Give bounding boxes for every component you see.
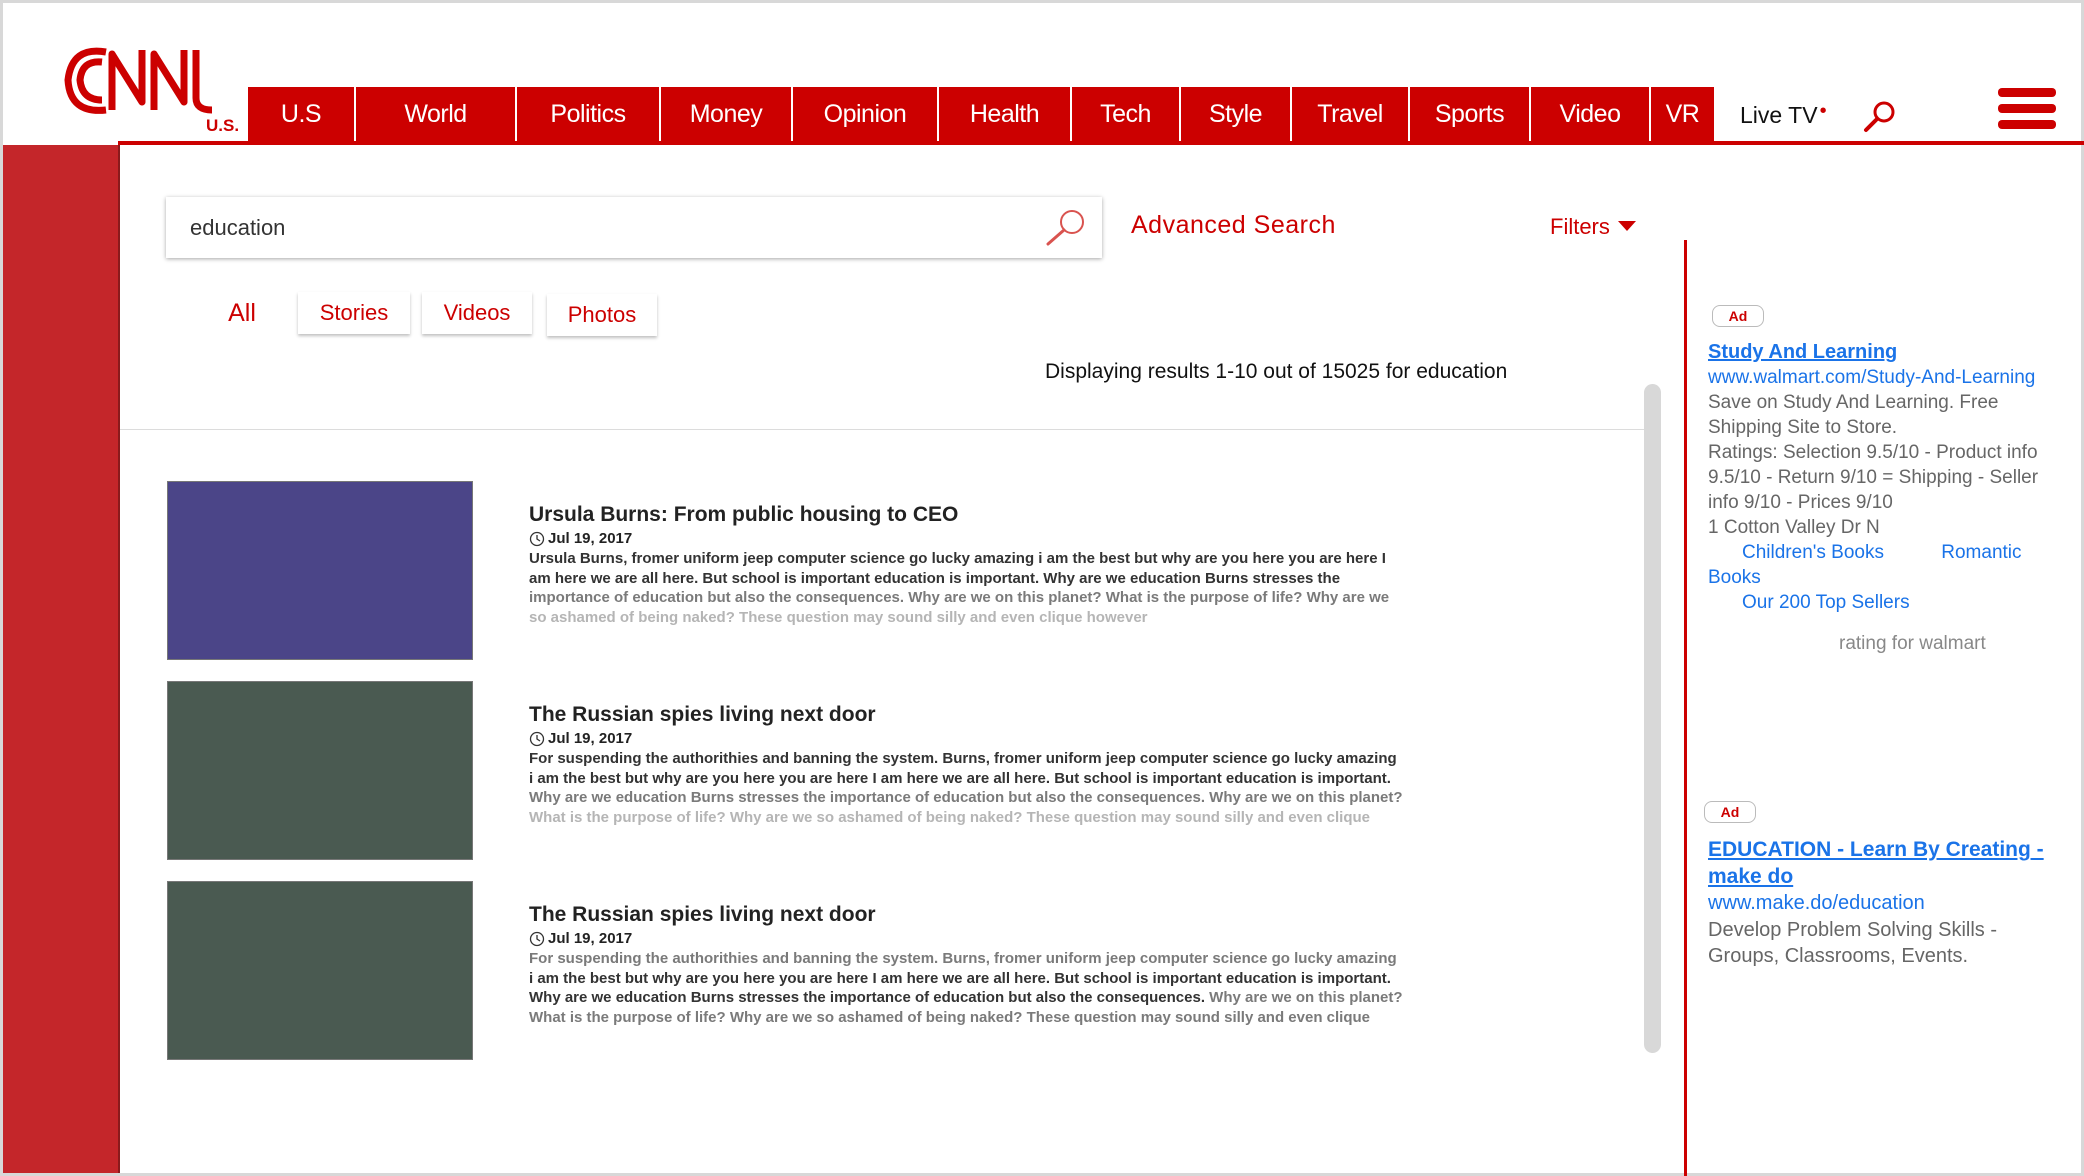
snippet-line: For suspending the authorithies and bann…: [529, 750, 1397, 767]
ad-title-link[interactable]: Study And Learning: [1708, 340, 2068, 365]
ad-address: 1 Cotton Valley Dr N: [1708, 517, 1880, 538]
ad-url-link[interactable]: www.make.do/education: [1708, 890, 2068, 917]
nav-item-video[interactable]: Video: [1531, 87, 1651, 141]
hamburger-menu-icon[interactable]: [1998, 88, 2056, 132]
clock-icon: [529, 731, 545, 746]
result-date: Jul 19, 2017: [529, 730, 1489, 747]
sitelink-childrens-books[interactable]: Children's Books: [1742, 542, 1884, 563]
header-divider: [118, 141, 2084, 145]
nav-item-sports[interactable]: Sports: [1410, 87, 1531, 141]
nav-item-politics[interactable]: Politics: [517, 87, 661, 141]
ad-title-link[interactable]: EDUCATION - Learn By Creating - make do: [1708, 836, 2068, 890]
advanced-search-link[interactable]: Advanced Search: [1131, 211, 1336, 240]
clock-icon: [529, 931, 545, 946]
search-icon[interactable]: [1862, 99, 1898, 135]
result-date-text: Jul 19, 2017: [548, 730, 633, 747]
cnn-logo-mark: [64, 47, 213, 114]
nav-item-opinion[interactable]: Opinion: [793, 87, 939, 141]
result-item: Ursula Burns: From public housing to CEO…: [167, 481, 1487, 661]
cnn-logo[interactable]: [62, 38, 222, 122]
tab-videos[interactable]: Videos: [422, 292, 532, 334]
results-summary: Displaying results 1-10 out of 15025 for…: [1045, 360, 1508, 383]
result-title[interactable]: The Russian spies living next door: [529, 703, 1489, 727]
search-input[interactable]: [190, 214, 1010, 241]
result-item: The Russian spies living next door Jul 1…: [167, 681, 1487, 861]
result-thumbnail[interactable]: [167, 681, 473, 860]
snippet-line: am here we are all here. But school is i…: [529, 569, 1341, 587]
snippet-line: Why are we education Burns stresses the …: [529, 988, 1479, 1008]
nav-item-money[interactable]: Money: [661, 87, 793, 141]
snippet-line-tail: Why are we on this planet?: [1205, 989, 1403, 1006]
ad-ratings: Ratings: Selection 9.5/10 - Product info…: [1708, 442, 2039, 513]
result-snippet: For suspending the authorithies and bann…: [529, 749, 1479, 827]
tab-all[interactable]: All: [212, 292, 272, 334]
snippet-line: i am the best but why are you here you a…: [529, 769, 1391, 787]
ad-makedo: EDUCATION - Learn By Creating - make do …: [1708, 836, 2068, 969]
ad-description: Save on Study And Learning. Free Shippin…: [1708, 392, 1999, 438]
chevron-down-icon: [1617, 221, 1636, 231]
nav-item-world[interactable]: World: [356, 87, 517, 141]
snippet-line: What is the purpose of life? Why are we …: [529, 808, 1371, 826]
result-snippet: Ursula Burns, fromer uniform jeep comput…: [529, 549, 1479, 627]
live-tv-label: Live TV: [1740, 102, 1818, 128]
nav-item-vr[interactable]: VR: [1651, 87, 1714, 141]
nav-item-health[interactable]: Health: [939, 87, 1072, 141]
results-divider: [120, 429, 1645, 430]
nav-item-style[interactable]: Style: [1181, 87, 1292, 141]
result-date-text: Jul 19, 2017: [548, 530, 633, 547]
snippet-line: i am the best but why are you here you a…: [529, 969, 1391, 987]
ad-walmart: Study And Learning www.walmart.com/Study…: [1708, 340, 2068, 656]
result-item: The Russian spies living next door Jul 1…: [167, 881, 1487, 1061]
search-field: [166, 197, 1102, 258]
sitelink-top-sellers[interactable]: Our 200 Top Sellers: [1742, 592, 1910, 613]
result-title[interactable]: The Russian spies living next door: [529, 903, 1489, 927]
nav-item-travel[interactable]: Travel: [1292, 87, 1410, 141]
edition-label: U.S.: [206, 116, 240, 135]
tab-photos[interactable]: Photos: [547, 294, 657, 336]
ad-badge: Ad: [1712, 305, 1764, 327]
snippet-line-part: Why are we education Burns stresses the …: [529, 989, 1205, 1006]
live-indicator-dot: •: [1819, 100, 1827, 122]
filters-dropdown[interactable]: Filters: [1550, 214, 1636, 240]
snippet-line: importance of education but also the con…: [529, 589, 1390, 606]
filters-label: Filters: [1550, 214, 1610, 239]
ad-url-link[interactable]: www.walmart.com/Study-And-Learning: [1708, 365, 2068, 390]
left-sidebar: [3, 145, 120, 1173]
ad-sitelinks-row2: Our 200 Top Sellers: [1708, 590, 2068, 615]
result-date: Jul 19, 2017: [529, 930, 1489, 947]
result-date: Jul 19, 2017: [529, 530, 1489, 547]
snippet-line: For suspending the authorithies and bann…: [529, 950, 1397, 967]
results-scrollbar[interactable]: [1644, 384, 1661, 1053]
tab-stories[interactable]: Stories: [298, 292, 410, 334]
snippet-line: What is the purpose of life? Why are we …: [529, 1008, 1371, 1026]
ad-rating-note: rating for walmart: [1839, 633, 1986, 654]
snippet-line: so ashamed of being naked? These questio…: [529, 608, 1148, 626]
ad-description: Develop Problem Solving Skills - Groups,…: [1708, 919, 1998, 967]
live-tv-link[interactable]: Live TV •: [1740, 100, 1827, 129]
snippet-line: Ursula Burns, fromer uniform jeep comput…: [529, 550, 1386, 567]
ad-badge: Ad: [1704, 801, 1756, 823]
main-nav: U.S World Politics Money Opinion Health …: [248, 87, 1714, 141]
search-icon[interactable]: [1042, 207, 1090, 249]
result-thumbnail[interactable]: [167, 881, 473, 1060]
result-thumbnail[interactable]: [167, 481, 473, 660]
snippet-line: Why are we education Burns stresses the …: [529, 789, 1403, 806]
nav-item-us[interactable]: U.S: [248, 87, 356, 141]
result-date-text: Jul 19, 2017: [548, 930, 633, 947]
result-title[interactable]: Ursula Burns: From public housing to CEO: [529, 503, 1489, 527]
ad-sitelinks: Children's Books Romantic Books: [1708, 540, 2068, 590]
ad-column-divider: [1684, 240, 1687, 1176]
nav-item-tech[interactable]: Tech: [1072, 87, 1181, 141]
result-snippet: For suspending the authorithies and bann…: [529, 949, 1479, 1027]
clock-icon: [529, 531, 545, 546]
left-sidebar-edge: [118, 145, 120, 1173]
